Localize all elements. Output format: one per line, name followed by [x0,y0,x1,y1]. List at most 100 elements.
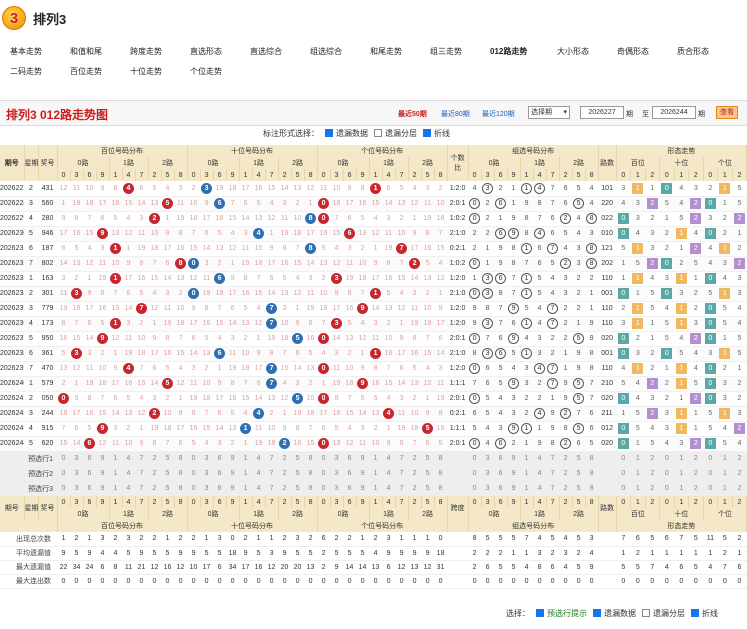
predict-digit[interactable]: 2 [408,451,422,466]
predict-digit[interactable]: 1 [520,481,534,496]
predict-digit[interactable]: 0 [57,481,70,496]
predict-digit[interactable]: 5 [161,481,174,496]
predict-digit[interactable]: 0 [57,451,70,466]
predict-digit[interactable]: 0 [57,466,70,481]
predict-row[interactable]: 预选行3 0 3 6 9 1 4 7 2 5 8 0 3 6 9 1 4 7 2 5 8 0 3 6 9 1 4 7 2 5 8 0 3 6 9 1 4… [0,481,747,496]
nav-tab[interactable]: 奇偶形态 [617,46,649,57]
predict-digit[interactable]: 0 [468,466,482,481]
predict-digit[interactable]: 7 [135,451,148,466]
predict-digit[interactable]: 6 [343,481,357,496]
predict-digit[interactable]: 3 [330,481,344,496]
predict-digit[interactable]: 4 [533,481,547,496]
predict-digit[interactable]: 4 [252,481,266,496]
predict-route[interactable]: 2 [688,481,704,496]
predict-digit[interactable]: 8 [585,451,599,466]
predict-row[interactable]: 预选行2 0 3 6 9 1 4 7 2 5 8 0 3 6 9 1 4 7 2 5 8 0 3 6 9 1 4 7 2 5 8 0 3 6 9 1 4… [0,466,747,481]
predict-digit[interactable]: 6 [494,481,508,496]
predict-digit[interactable]: 2 [278,466,292,481]
nav-tab[interactable]: 基本走势 [10,46,42,57]
predict-route[interactable]: 2 [688,466,704,481]
predict-route[interactable]: 2 [645,481,660,496]
predict-digit[interactable]: 6 [83,481,96,496]
predict-digit[interactable]: 4 [382,481,396,496]
predict-route[interactable]: 2 [688,451,704,466]
period-select[interactable]: 选择期 ▾ [528,106,570,119]
predict-digit[interactable]: 3 [481,451,495,466]
predict-digit[interactable]: 2 [148,481,161,496]
predict-digit[interactable]: 3 [200,481,214,496]
predict-route[interactable]: 0 [616,481,631,496]
predict-digit[interactable]: 8 [585,466,599,481]
predict-digit[interactable]: 7 [265,481,279,496]
predict-digit[interactable]: 2 [278,481,292,496]
predict-digit[interactable]: 0 [317,481,331,496]
predict-digit[interactable]: 5 [291,451,305,466]
predict-hint-checkbox[interactable] [536,609,544,617]
predict-digit[interactable]: 3 [70,466,83,481]
predict-digit[interactable]: 4 [533,466,547,481]
nav-tab[interactable]: 直选形态 [190,46,222,57]
predict-route[interactable]: 1 [674,451,689,466]
predict-digit[interactable]: 3 [481,481,495,496]
predict-digit[interactable]: 0 [317,466,331,481]
nav-tab[interactable]: 直选综合 [250,46,282,57]
predict-digit[interactable]: 4 [382,451,396,466]
predict-digit[interactable]: 8 [585,481,599,496]
predict-digit[interactable]: 0 [468,451,482,466]
nav-tab[interactable]: 个位走势 [190,66,222,77]
predict-digit[interactable]: 1 [369,481,383,496]
nav-tab[interactable]: 组三走势 [430,46,462,57]
predict-digit[interactable]: 7 [135,466,148,481]
predict-digit[interactable]: 1 [520,466,534,481]
predict-digit[interactable]: 1 [109,466,122,481]
predict-route[interactable]: 0 [703,466,718,481]
predict-digit[interactable]: 3 [481,466,495,481]
predict-route[interactable]: 0 [659,451,675,466]
predict-digit[interactable]: 2 [408,466,422,481]
predict-digit[interactable]: 4 [252,466,266,481]
predict-digit[interactable]: 8 [304,466,318,481]
predict-route[interactable]: 1 [630,466,646,481]
predict-digit[interactable]: 9 [356,481,370,496]
nav-tab[interactable]: 十位走势 [130,66,162,77]
predict-digit[interactable]: 5 [572,466,586,481]
predict-digit[interactable]: 7 [395,451,409,466]
predict-digit[interactable]: 4 [533,451,547,466]
predict-digit[interactable]: 6 [494,466,508,481]
predict-route[interactable]: 2 [645,451,660,466]
predict-digit[interactable]: 9 [507,451,521,466]
predict-digit[interactable]: 7 [546,481,560,496]
predict-digit[interactable]: 1 [239,481,253,496]
predict-digit[interactable]: 6 [213,466,227,481]
recent-80-link[interactable]: 最近80期 [441,109,470,119]
nav-tab[interactable]: 组选综合 [310,46,342,57]
predict-digit[interactable]: 4 [122,451,135,466]
predict-route[interactable]: 1 [717,451,733,466]
predict-digit[interactable]: 0 [187,451,201,466]
predict-digit[interactable]: 9 [507,481,521,496]
predict-digit[interactable]: 5 [161,451,174,466]
predict-digit[interactable]: 1 [239,451,253,466]
predict-row[interactable]: 预选行1 0 3 6 9 1 4 7 2 5 8 0 3 6 9 1 4 7 2 5 8 0 3 6 9 1 4 7 2 5 8 0 3 6 9 1 4… [0,451,747,466]
predict-route[interactable]: 0 [659,466,675,481]
predict-digit[interactable]: 7 [546,466,560,481]
recent-120-link[interactable]: 最近120期 [482,109,515,119]
predict-digit[interactable]: 7 [265,451,279,466]
predict-digit[interactable]: 8 [434,466,448,481]
nav-tab[interactable]: 跨度走势 [130,46,162,57]
predict-route[interactable]: 0 [703,451,718,466]
predict-digit[interactable]: 9 [226,451,240,466]
predict-digit[interactable]: 1 [239,466,253,481]
predict-digit[interactable]: 3 [200,451,214,466]
predict-digit[interactable]: 8 [434,481,448,496]
predict-digit[interactable]: 7 [135,481,148,496]
predict-route[interactable]: 1 [630,451,646,466]
predict-digit[interactable]: 0 [187,466,201,481]
predict-digit[interactable]: 6 [343,451,357,466]
predict-digit[interactable]: 8 [174,466,188,481]
predict-digit[interactable]: 5 [572,451,586,466]
predict-digit[interactable]: 2 [148,451,161,466]
footer-missing-checkbox[interactable] [593,609,601,617]
predict-route[interactable]: 2 [732,481,747,496]
predict-route[interactable]: 1 [630,481,646,496]
